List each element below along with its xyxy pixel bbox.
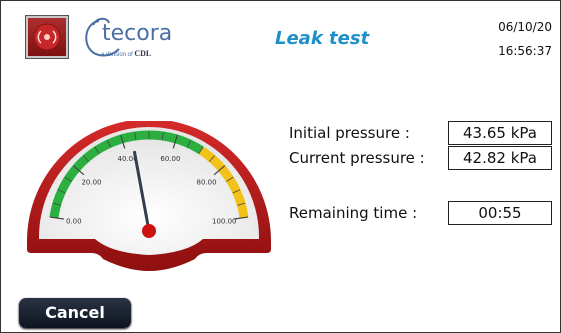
logo-sub-prefix: a division of xyxy=(101,52,133,58)
gauge-tick-label: 0.00 xyxy=(66,217,82,225)
alarm-icon xyxy=(33,23,61,51)
logo-text: tecora xyxy=(102,21,173,46)
remaining-time-value: 00:55 xyxy=(448,201,552,225)
gauge-tick-label: 80.00 xyxy=(197,178,217,186)
date-display: 06/10/20 xyxy=(498,20,552,34)
current-pressure-value: 42.82 kPa xyxy=(448,146,552,170)
logo-sub-brand: CDL xyxy=(134,49,152,58)
gauge-tick-label: 100.00 xyxy=(212,217,237,225)
gauge-tick-label: 20.00 xyxy=(81,178,101,186)
time-display: 16:56:37 xyxy=(498,44,552,58)
logo-subtitle: a division of CDL xyxy=(101,49,151,58)
pressure-gauge: 0.0020.0040.00 60.0080.00100.00 xyxy=(27,121,271,271)
initial-pressure-label: Initial pressure : xyxy=(289,124,410,142)
alarm-button[interactable] xyxy=(25,15,69,59)
initial-pressure-value: 43.65 kPa xyxy=(448,121,552,145)
current-pressure-label: Current pressure : xyxy=(289,149,425,167)
gauge-hub xyxy=(142,224,156,238)
remaining-time-label: Remaining time : xyxy=(289,204,418,222)
screen-frame: tecora a division of CDL Leak test 06/10… xyxy=(0,0,561,333)
cancel-button[interactable]: Cancel xyxy=(19,298,131,328)
page-title: Leak test xyxy=(275,28,370,49)
gauge-tick-label: 60.00 xyxy=(160,155,180,163)
